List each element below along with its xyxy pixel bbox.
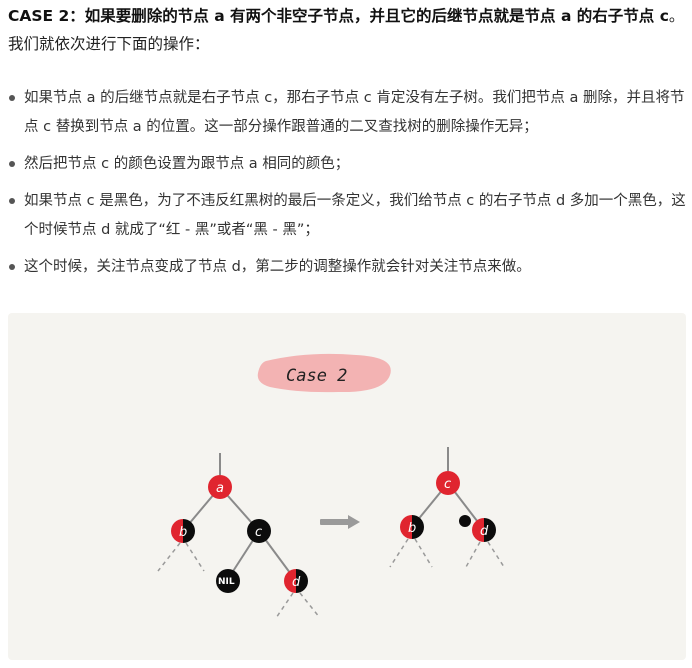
diagram-title: Case 2 xyxy=(286,366,347,386)
list-item: 如果节点 c 是黑色，为了不违反红黑树的最后一条定义，我们给节点 c 的右子节点… xyxy=(8,187,692,245)
list-item-text: 如果节点 a 的后继节点就是右子节点 c，那右子节点 c 肯定没有左子树。我们把… xyxy=(24,90,685,135)
after-tree-dashed-edges xyxy=(389,538,505,568)
node-b-label: b xyxy=(179,525,187,540)
node-c-after-label: c xyxy=(444,477,451,492)
node-d-label: d xyxy=(292,575,301,590)
node-c-after: c xyxy=(436,471,460,495)
node-b-after: b xyxy=(400,515,424,539)
list-item: 如果节点 a 的后继节点就是右子节点 c，那右子节点 c 肯定没有左子树。我们把… xyxy=(8,84,692,142)
list-item-text: 然后把节点 c 的颜色设置为跟节点 a 相同的颜色； xyxy=(24,156,350,172)
section-heading: CASE 2：如果要删除的节点 a 有两个非空子节点，并且它的后继节点就是节点 … xyxy=(8,2,688,58)
heading-case-label: CASE 2：如果要删除的节点 a 有两个非空子节点，并且它的后继节点就是节点 … xyxy=(8,7,669,25)
bullet-dot-icon xyxy=(9,95,15,101)
edge-d2-left xyxy=(465,541,481,568)
node-a-before: a xyxy=(208,475,232,499)
edge-d2-right xyxy=(487,541,505,568)
diagram-canvas: Case 2 a b c NIL d c b d xyxy=(157,353,505,619)
node-c-before: c xyxy=(247,519,271,543)
edge-b2-right xyxy=(414,538,433,568)
node-b-after-label: b xyxy=(408,521,416,536)
edge-b-right xyxy=(185,542,205,572)
case-diagram: Case 2 a b c NIL d c b d xyxy=(8,313,686,660)
node-b-before: b xyxy=(171,519,195,543)
node-nil-before: NIL xyxy=(216,569,240,593)
node-d-after: d xyxy=(459,515,496,542)
extra-black-dot-icon xyxy=(459,515,471,527)
node-d-after-label: d xyxy=(480,524,489,539)
list-item-text: 这个时候，关注节点变成了节点 d，第二步的调整操作就会针对关注节点来做。 xyxy=(24,259,531,275)
bullet-dot-icon xyxy=(9,198,15,204)
node-a-label: a xyxy=(216,481,224,496)
list-item: 然后把节点 c 的颜色设置为跟节点 a 相同的颜色； xyxy=(8,150,692,179)
list-item: 这个时候，关注节点变成了节点 d，第二步的调整操作就会针对关注节点来做。 xyxy=(8,253,692,282)
edge-d-left xyxy=(275,592,294,619)
bullet-dot-icon xyxy=(9,161,15,167)
edge-d-right xyxy=(299,592,321,619)
edge-b-left xyxy=(157,542,181,572)
edge-b2-left xyxy=(389,538,409,568)
node-d-before: d xyxy=(284,569,308,593)
node-nil-label: NIL xyxy=(218,577,235,587)
transform-arrow-icon xyxy=(320,515,360,529)
steps-list: 如果节点 a 的后继节点就是右子节点 c，那右子节点 c 肯定没有左子树。我们把… xyxy=(8,84,692,290)
before-tree-edges xyxy=(182,453,297,582)
bullet-dot-icon xyxy=(9,264,15,270)
list-item-text: 如果节点 c 是黑色，为了不违反红黑树的最后一条定义，我们给节点 c 的右子节点… xyxy=(24,193,686,238)
node-c-label: c xyxy=(255,525,262,540)
